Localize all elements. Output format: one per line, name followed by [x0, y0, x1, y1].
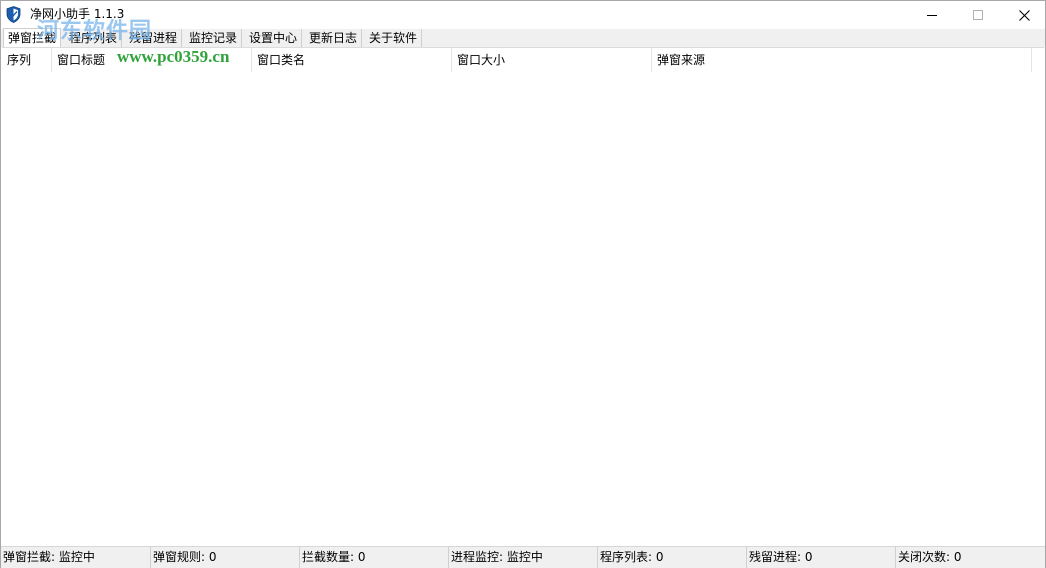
tab-settings[interactable]: 设置中心	[245, 29, 303, 47]
column-header-window-size[interactable]: 窗口大小	[452, 48, 652, 72]
popup-list-view[interactable]: 序列 窗口标题 窗口类名 窗口大小 弹窗来源	[2, 47, 1044, 546]
tab-strip: 弹窗拦截 程序列表 残留进程 监控记录 设置中心 更新日志 关于软件	[1, 28, 1045, 48]
title-bar[interactable]: 净网小助手 1.1.3	[1, 1, 1045, 29]
column-header-index[interactable]: 序列	[2, 48, 52, 72]
main-window: 净网小助手 1.1.3 弹窗拦截 程序列表 残留进程 监控记录 设置中心 更新日…	[0, 0, 1046, 568]
status-program-list: 程序列表: 0	[598, 547, 747, 568]
status-process-monitor: 进程监控: 监控中	[449, 547, 598, 568]
window-title: 净网小助手 1.1.3	[30, 7, 125, 21]
tab-changelog[interactable]: 更新日志	[305, 29, 363, 47]
column-header-window-title[interactable]: 窗口标题	[52, 48, 252, 72]
tab-residual-process[interactable]: 残留进程	[125, 29, 183, 47]
column-header-popup-source[interactable]: 弹窗来源	[652, 48, 1032, 72]
minimize-icon	[927, 15, 937, 16]
column-header-window-class[interactable]: 窗口类名	[252, 48, 452, 72]
close-button[interactable]	[1001, 1, 1046, 29]
tab-program-list[interactable]: 程序列表	[65, 29, 123, 47]
tab-popup-block[interactable]: 弹窗拦截	[3, 28, 62, 48]
status-popup-rules: 弹窗规则: 0	[151, 547, 300, 568]
status-popup-block: 弹窗拦截: 监控中	[1, 547, 151, 568]
shield-icon	[6, 6, 21, 23]
status-residual-process: 残留进程: 0	[747, 547, 896, 568]
close-icon	[1018, 9, 1030, 21]
tab-monitor-log[interactable]: 监控记录	[185, 29, 243, 47]
maximize-icon	[973, 10, 983, 20]
list-header: 序列 窗口标题 窗口类名 窗口大小 弹窗来源	[2, 48, 1044, 72]
minimize-button[interactable]	[909, 1, 955, 29]
tab-about[interactable]: 关于软件	[365, 29, 423, 47]
maximize-button[interactable]	[955, 1, 1001, 29]
status-bar: 弹窗拦截: 监控中 弹窗规则: 0 拦截数量: 0 进程监控: 监控中 程序列表…	[1, 546, 1045, 568]
status-close-count: 关闭次数: 0	[898, 550, 962, 564]
status-block-count: 拦截数量: 0	[300, 547, 449, 568]
